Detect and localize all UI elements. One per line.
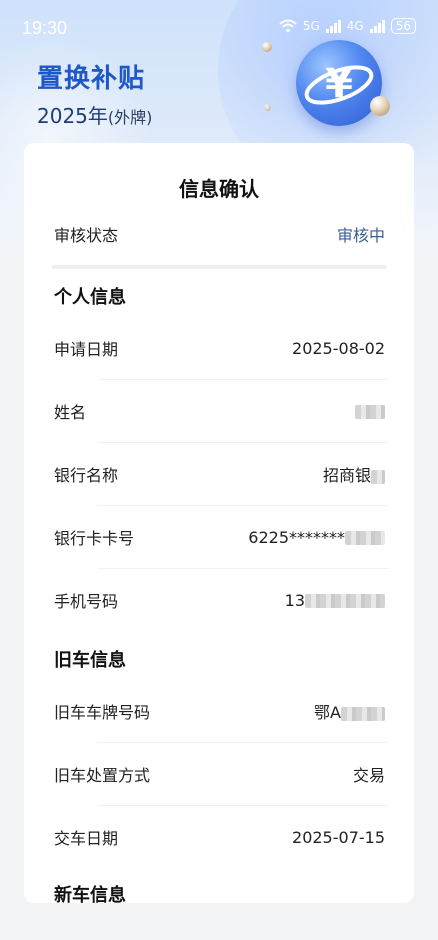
row-separator [98, 568, 388, 569]
network-4g-label: 4G [346, 19, 364, 33]
hero-subtitle: 2025年(外牌) [37, 100, 152, 129]
name-value [355, 402, 385, 421]
name-label: 姓名 [54, 403, 87, 422]
signal-icon [325, 19, 341, 33]
network-5g-label: 5G [302, 19, 320, 33]
review-status-label: 审核状态 [54, 226, 119, 245]
hero-title: 置换补贴 [37, 64, 146, 94]
handover-date-row: 交车日期 2025-07-15 [54, 822, 385, 852]
card-number-value: 6225******* [248, 528, 385, 547]
info-confirm-card: 信息确认 审核状态 审核中 个人信息 申请日期 2025-08-02 姓名 银行… [24, 143, 414, 903]
old-plate-row: 旧车车牌号码 鄂A [54, 696, 385, 726]
row-separator [98, 379, 388, 380]
disposal-method-label: 旧车处置方式 [54, 766, 151, 785]
redacted-blur [371, 469, 385, 484]
bottom-area [0, 903, 438, 940]
row-separator [98, 442, 388, 443]
phone-row: 手机号码 13 [54, 585, 385, 615]
row-separator [98, 742, 388, 743]
section-divider [52, 265, 387, 269]
review-status-value: 审核中 [336, 226, 385, 245]
bank-name-label: 银行名称 [54, 466, 119, 485]
new-car-heading: 新车信息 [54, 885, 126, 903]
signal-icon-2 [369, 19, 385, 33]
disposal-method-value: 交易 [352, 766, 385, 785]
bank-name-value: 招商银 [323, 462, 385, 486]
status-icons: 5G 4G 56 [279, 18, 416, 34]
review-status-row: 审核状态 审核中 [54, 219, 385, 249]
decor-pearl [370, 96, 390, 116]
status-time: 19:30 [22, 18, 68, 38]
phone-label: 手机号码 [54, 592, 119, 611]
handover-date-value: 2025-07-15 [292, 827, 385, 847]
coin-symbol: ¥ [325, 61, 353, 107]
apply-date-value: 2025-08-02 [292, 338, 385, 358]
card-number-label: 银行卡卡号 [54, 529, 135, 548]
handover-date-label: 交车日期 [54, 829, 119, 848]
card-title: 信息确认 [179, 177, 259, 201]
row-separator [98, 505, 388, 506]
decor-pearl-tiny [264, 104, 271, 111]
hero-year: 2025年 [37, 104, 108, 128]
apply-date-row: 申请日期 2025-08-02 [54, 333, 385, 363]
hero-tag: (外牌) [107, 108, 153, 127]
apply-date-label: 申请日期 [54, 340, 119, 359]
old-plate-value: 鄂A [314, 699, 385, 723]
wifi-icon [279, 19, 297, 33]
disposal-method-row: 旧车处置方式 交易 [54, 759, 385, 789]
personal-info-heading: 个人信息 [54, 287, 126, 308]
old-car-heading: 旧车信息 [54, 650, 126, 671]
redacted-blur [345, 531, 385, 545]
battery-icon: 56 [390, 18, 416, 34]
decor-pearl-small [262, 42, 272, 52]
yuan-coin-icon: ¥ [296, 40, 382, 126]
redacted-blur [341, 706, 385, 721]
name-row: 姓名 [54, 396, 385, 426]
bank-name-row: 银行名称 招商银 [54, 459, 385, 489]
phone-value: 13 [285, 591, 385, 610]
redacted-blur [305, 594, 385, 608]
card-number-row: 银行卡卡号 6225******* [54, 522, 385, 552]
old-plate-label: 旧车车牌号码 [54, 703, 151, 722]
row-separator [98, 805, 388, 806]
redacted-blur [355, 405, 385, 419]
